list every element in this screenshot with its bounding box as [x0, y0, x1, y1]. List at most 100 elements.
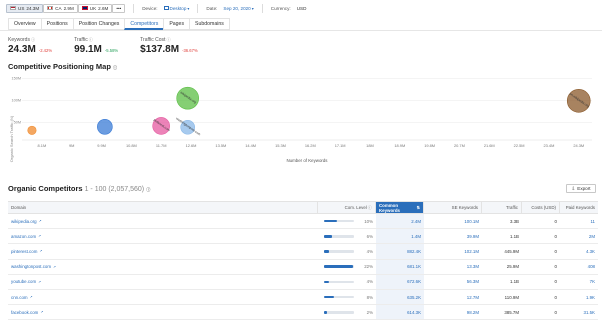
common-keywords-cell[interactable]: 2.4M — [376, 214, 424, 229]
se-keywords-cell[interactable]: 13.3M — [424, 260, 482, 274]
paid-keywords-cell[interactable]: 11 — [560, 214, 598, 228]
domain-link[interactable]: pinterest.com ↗ — [11, 249, 42, 254]
export-button[interactable]: ⇩ Export — [566, 184, 596, 193]
external-link-icon[interactable]: ↗ — [53, 265, 56, 269]
se-keywords-cell[interactable]: 102.1M — [424, 244, 482, 258]
domain-link[interactable]: washingtonpost.com ↗ — [11, 264, 56, 269]
se-keywords-cell[interactable]: 98.2M — [424, 305, 482, 319]
info-icon[interactable]: ⓘ — [89, 37, 93, 43]
common-keywords-cell[interactable]: 635.2K — [376, 289, 424, 305]
database-ca-button[interactable]: CA 2.9M — [43, 3, 78, 13]
se-keywords-cell[interactable]: 12.7M — [424, 290, 482, 304]
domain-cell: washingtonpost.com ↗ — [8, 260, 318, 274]
x-tick-label: 15.3M — [275, 143, 286, 148]
traffic-value[interactable]: 99.1M — [74, 44, 102, 55]
costs-cell: 0 — [554, 264, 557, 270]
keywords-value[interactable]: 24.3M — [8, 44, 36, 55]
tab-subdomains[interactable]: Subdomains — [189, 18, 230, 30]
positioning-map-title: Competitive Positioning Map ⓘ — [8, 62, 118, 71]
column-se-keywords[interactable]: SE Keywords — [424, 202, 482, 213]
common-keywords-cell[interactable]: 672.6K — [376, 274, 424, 289]
domain-cell: amazon.com ↗ — [8, 229, 318, 243]
table-row[interactable]: facebook.com ↗ 2% 614.3K 98.2M 385.7M 0 … — [8, 305, 598, 320]
bubble-series: pinterest.com washingtonpost.comwikipedia… — [27, 86, 591, 137]
competitor-bubble[interactable] — [27, 125, 37, 135]
table-row[interactable]: washingtonpost.com ↗ 22% 681.1K 13.3M 25… — [8, 259, 598, 275]
y-axis-label: Organic Search Traffic (N) — [9, 115, 14, 162]
table-row[interactable]: youtube.com ↗ 4% 672.6K 56.3M 1.1B 0 7K — [8, 274, 598, 290]
paid-keywords-cell[interactable]: 7K — [560, 275, 598, 289]
database-us-button[interactable]: US 24.3M — [6, 3, 44, 13]
info-icon[interactable]: ⓘ — [113, 65, 117, 71]
paid-keywords-cell[interactable]: 408 — [560, 260, 598, 274]
x-tick-label: 10.8M — [126, 143, 137, 148]
domain-link[interactable]: wikipedia.org ↗ — [11, 219, 42, 224]
external-link-icon[interactable]: ↗ — [30, 295, 33, 299]
domain-cell: cnn.com ↗ — [8, 290, 318, 304]
common-keywords-cell[interactable]: 614.3K — [376, 305, 424, 320]
table-row[interactable]: amazon.com ↗ 6% 1.4M 39.9M 1.1B 0 2M — [8, 229, 598, 245]
domain-cell: pinterest.com ↗ — [8, 244, 318, 258]
domain-link[interactable]: cnn.com ↗ — [11, 295, 33, 300]
competitor-bubble[interactable] — [97, 118, 113, 135]
column-costs[interactable]: Costs (USD) — [522, 202, 560, 213]
costs-cell: 0 — [554, 248, 557, 254]
device-select[interactable]: Desktop ▾ — [163, 6, 189, 11]
x-tick-label: 9.9M — [97, 143, 106, 148]
tab-pages[interactable]: Pages — [163, 18, 190, 30]
info-icon[interactable]: ⓘ — [166, 37, 170, 43]
info-icon[interactable]: ⓘ — [31, 37, 35, 43]
more-databases-button[interactable]: ••• — [112, 3, 126, 13]
domain-link[interactable]: youtube.com ↗ — [11, 279, 41, 284]
external-link-icon[interactable]: ↗ — [39, 219, 42, 223]
date-select[interactable]: Sep 20, 2020 ▾ — [223, 6, 253, 11]
traffic-cost-value[interactable]: $137.8M — [140, 44, 179, 55]
x-tick-label: 20.7M — [454, 143, 465, 148]
table-row[interactable]: cnn.com ↗ 8% 635.2K 12.7M 110.9M 0 1.9K — [8, 289, 598, 306]
organic-competitors-title: Organic Competitors 1 - 100 (2,057,560) … — [8, 184, 151, 193]
paid-keywords-cell[interactable]: 1.9K — [560, 290, 598, 304]
column-paid-keywords[interactable]: Paid Keywords — [560, 202, 598, 213]
domain-cell: youtube.com ↗ — [8, 275, 318, 289]
tab-competitors[interactable]: Competitors — [124, 18, 164, 30]
info-icon[interactable]: ⓘ — [146, 187, 150, 193]
domain-link[interactable]: amazon.com ↗ — [11, 234, 41, 239]
competitors-count: 1 - 100 (2,057,560) — [84, 186, 145, 193]
column-common-keywords[interactable]: Common Keywords ⇅ — [376, 202, 424, 213]
domain-link[interactable]: facebook.com ↗ — [11, 310, 43, 315]
external-link-icon[interactable]: ↗ — [39, 249, 42, 253]
se-keywords-cell[interactable]: 56.3M — [424, 275, 482, 289]
costs-cell: 0 — [554, 218, 557, 224]
external-link-icon[interactable]: ↗ — [38, 234, 41, 238]
y-tick-label: 150M — [12, 77, 22, 81]
tab-position-changes[interactable]: Position Changes — [72, 18, 125, 30]
common-keywords-cell[interactable]: 882.4K — [376, 244, 424, 259]
se-keywords-cell[interactable]: 100.1M — [424, 214, 482, 228]
paid-keywords-cell[interactable]: 31.5K — [560, 305, 598, 319]
common-keywords-cell[interactable]: 1.4M — [376, 229, 424, 244]
domain-cell: facebook.com ↗ — [8, 305, 318, 319]
x-tick-label: 9M — [69, 143, 74, 148]
table-row[interactable]: wikipedia.org ↗ 10% 2.4M 100.1M 3.3B 0 1… — [8, 214, 598, 230]
date-label: Date: — [206, 5, 218, 11]
tab-overview[interactable]: Overview — [8, 18, 41, 30]
tab-positions[interactable]: Positions — [40, 18, 73, 30]
x-axis-ticks: 8.1M 9M 9.9M 10.8M 11.7M 12.6M 13.5M 14.4M 15.3M… — [38, 143, 585, 148]
column-domain[interactable]: Domain — [8, 202, 318, 213]
x-tick-label: 14.4M — [245, 143, 256, 148]
paid-keywords-cell[interactable]: 4.3K — [560, 244, 598, 258]
com-level-bar — [324, 265, 354, 268]
database-uk-button[interactable]: UK 2.6M — [77, 3, 113, 13]
common-keywords-cell[interactable]: 681.1K — [376, 259, 424, 274]
column-traffic[interactable]: Traffic — [482, 202, 522, 213]
table-row[interactable]: pinterest.com ↗ 4% 882.4K 102.1M 445.9M … — [8, 244, 598, 260]
paid-keywords-cell[interactable]: 2M — [560, 229, 598, 243]
com-level-cell: 10% — [318, 214, 376, 228]
column-com-level[interactable]: Com. Level ⓘ — [318, 202, 376, 213]
x-tick-label: 23.4M — [544, 143, 555, 148]
y-tick-label: 50M — [14, 121, 21, 125]
external-link-icon[interactable]: ↗ — [40, 310, 43, 314]
external-link-icon[interactable]: ↗ — [38, 280, 41, 284]
se-keywords-cell[interactable]: 39.9M — [424, 229, 482, 243]
com-level-fill — [324, 310, 327, 314]
